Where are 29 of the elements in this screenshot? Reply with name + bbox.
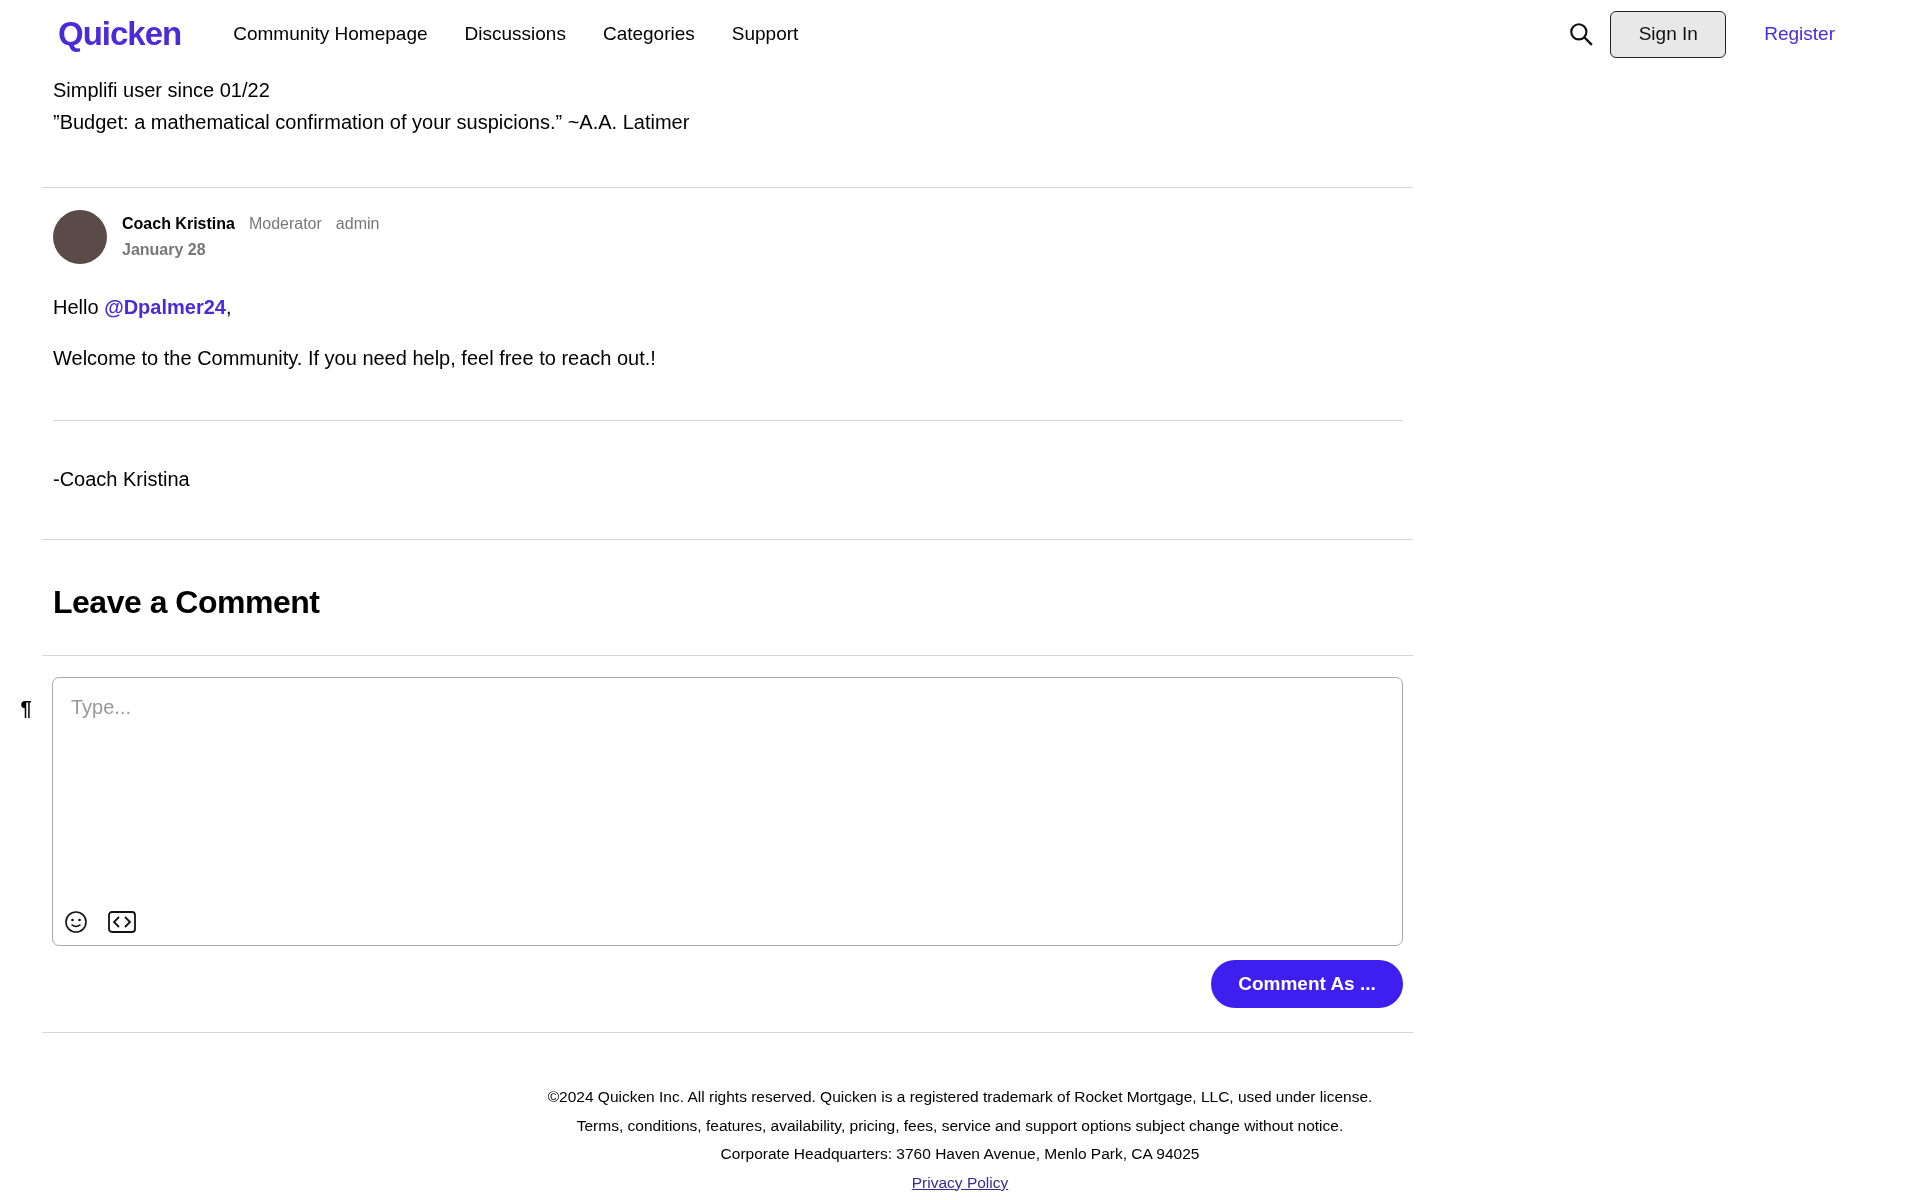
greeting-text: Hello @Dpalmer24,	[53, 296, 233, 319]
signature-text: ”Budget: a mathematical confirmation of your suspicions.” ~A.A. Latimer	[53, 110, 691, 135]
emoji-icon[interactable]	[64, 910, 88, 934]
paragraph-format-button[interactable]: ¶	[0, 677, 52, 720]
author-name[interactable]: Coach Kristina	[122, 215, 235, 233]
footer-text: ©2024 Quicken Inc. All rights reserved. Quicken is a registered trademark of Rocket Mortgage, LLC, used under license.	[547, 1087, 1373, 1107]
privacy-policy-link[interactable]: Privacy Policy	[911, 1168, 1009, 1197]
signature-text: Simplifi user since 01/22	[53, 78, 271, 103]
mention-link[interactable]: @Dpalmer24	[104, 296, 226, 318]
avatar-photo	[53, 210, 107, 264]
post-date: January 28	[122, 241, 207, 259]
comment-field[interactable]: Type...	[52, 677, 1403, 946]
nav-link[interactable]: Community Homepage	[233, 23, 428, 45]
footer-text: Terms, conditions, features, availability, pricing, fees, service and support options subject change without notice.	[576, 1115, 1344, 1136]
nav-link[interactable]: Categories	[602, 23, 695, 45]
signature-text: -Coach Kristina	[52, 468, 191, 491]
nav-link[interactable]: Discussions	[464, 23, 566, 45]
search-icon[interactable]	[1568, 21, 1595, 47]
quicken-logo[interactable]: Quicken	[58, 15, 182, 53]
comment-as-button[interactable]: Comment As ...	[1211, 960, 1403, 1008]
role-label: Moderator	[248, 215, 322, 233]
rank-label: admin	[335, 215, 380, 233]
register-link[interactable]: Register	[1764, 23, 1835, 45]
comment-body: Welcome to the Community. If you need help, feel free to reach out.!	[53, 347, 657, 370]
code-block-icon[interactable]	[108, 911, 136, 933]
footer-text: Corporate Headquarters: 3760 Haven Avenue, Menlo Park, CA 94025	[720, 1144, 1200, 1164]
nav-link[interactable]: Support	[731, 23, 799, 45]
section-heading: Leave a Comment	[52, 583, 321, 622]
sign-in-button[interactable]: Sign In	[1610, 10, 1727, 58]
